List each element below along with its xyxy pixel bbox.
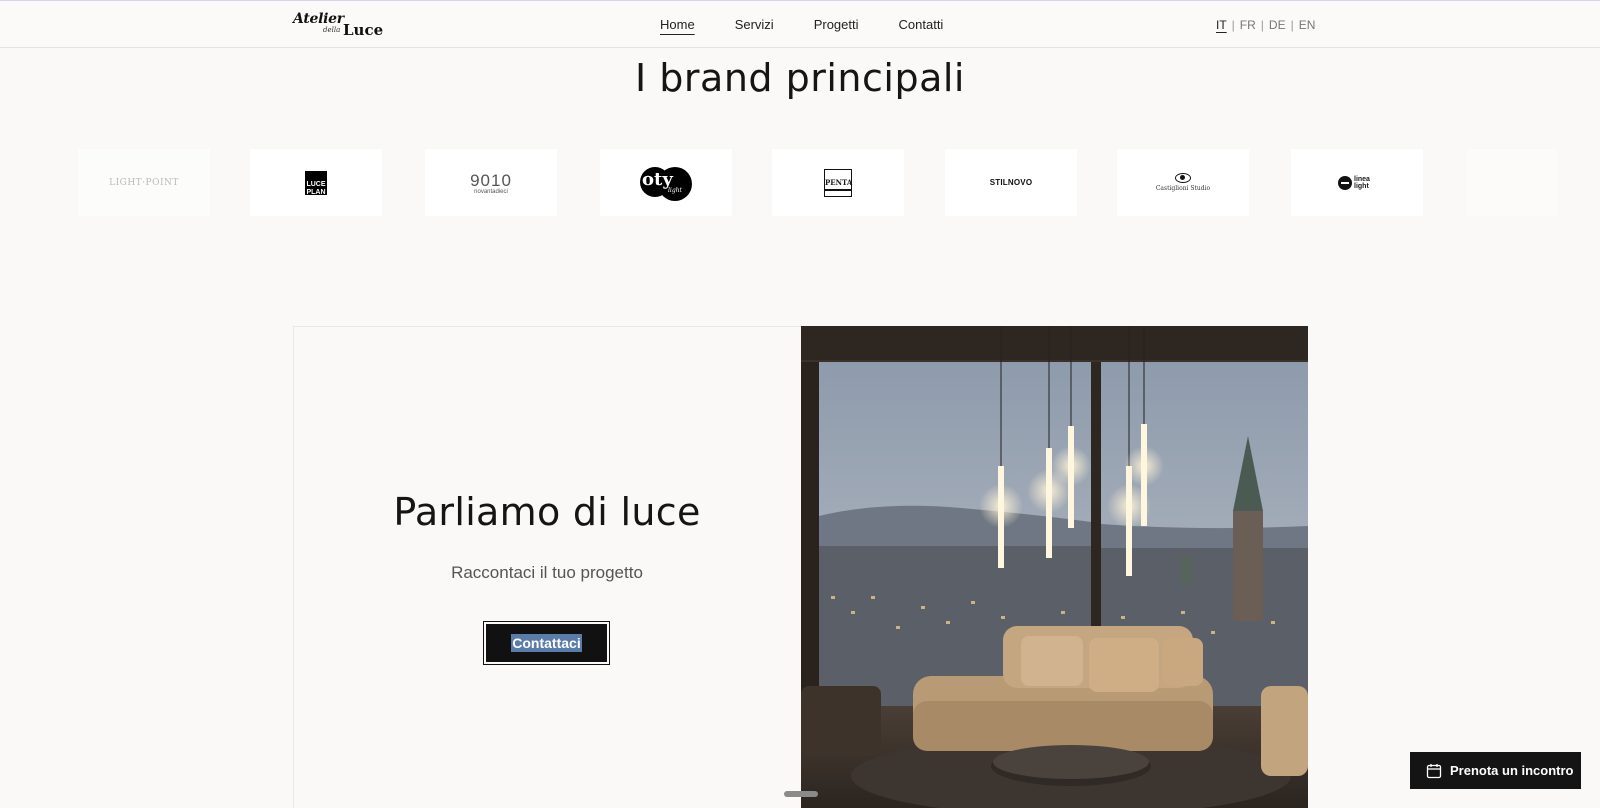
brand-logo-penta: PENTA (824, 168, 853, 197)
main-nav: Home Servizi Progetti Contatti (660, 17, 943, 32)
lang-separator: | (1290, 18, 1294, 32)
nav-item-contatti[interactable]: Contatti (899, 17, 944, 32)
linea-mark-icon (1338, 175, 1352, 190)
interior-photo (801, 326, 1308, 808)
contact-button-label: Contattaci (511, 634, 582, 652)
brand-card-linea[interactable]: linea light (1291, 149, 1423, 216)
book-meeting-label: Prenota un incontro (1450, 763, 1574, 778)
lang-fr[interactable]: FR (1240, 18, 1256, 32)
brand-logo-9010: 9010 novantadieci (470, 171, 512, 195)
brand-logo-castiglioni: Castiglioni Studio (1156, 173, 1210, 192)
brand-card-luceplan[interactable]: LUCE PLAN (250, 149, 382, 216)
site-header: Atelier della Luce Home Servizi Progetti… (0, 0, 1600, 48)
brand-logo-linea: linea light (1338, 175, 1376, 190)
contact-button-focus-ring: Contattaci (483, 621, 610, 665)
brand-card-castiglioni[interactable]: Castiglioni Studio (1117, 149, 1249, 216)
brand-9010-sub: novantadieci (474, 188, 508, 195)
nav-item-progetti[interactable]: Progetti (814, 17, 859, 32)
cta-title: Parliamo di luce (393, 490, 701, 534)
brand-card-lightpoint[interactable]: LIGHT·POINT (78, 149, 210, 216)
eye-icon (1174, 173, 1191, 183)
scroll-indicator[interactable] (784, 791, 818, 797)
lang-separator: | (1260, 18, 1264, 32)
site-logo[interactable]: Atelier della Luce (293, 11, 385, 39)
contact-button[interactable]: Contattaci (486, 624, 607, 662)
brands-title: I brand principali (635, 56, 965, 100)
nav-item-home[interactable]: Home (660, 17, 695, 32)
brand-card-9010[interactable]: 9010 novantadieci (425, 149, 557, 216)
interior-illustration (801, 326, 1308, 808)
language-switcher: IT | FR | DE | EN (1216, 18, 1315, 32)
brand-9010-number: 9010 (470, 170, 512, 190)
logo-text-atelier: Atelier (293, 11, 344, 27)
linea-text: linea light (1354, 175, 1370, 190)
book-meeting-button[interactable]: Prenota un incontro (1410, 752, 1581, 789)
nav-item-servizi[interactable]: Servizi (735, 17, 774, 32)
penta-text: PENTA (825, 177, 853, 187)
brand-logo-lightpoint: LIGHT·POINT (109, 177, 179, 188)
brand-card-stilnovo[interactable]: STILNOVO (945, 149, 1077, 216)
brand-card-faded[interactable] (1467, 149, 1557, 216)
logo-text-della: della (323, 26, 341, 34)
lang-de[interactable]: DE (1269, 18, 1286, 32)
brand-logo-luceplan: LUCE PLAN (305, 170, 327, 196)
calendar-icon (1426, 763, 1442, 778)
lang-en[interactable]: EN (1299, 18, 1316, 32)
brand-logo-stilnovo: STILNOVO (989, 178, 1033, 187)
cta-subtitle: Raccontaci il tuo progetto (451, 563, 643, 582)
lang-separator: | (1231, 18, 1235, 32)
lang-it[interactable]: IT (1216, 18, 1227, 32)
brand-card-oty[interactable]: oty light (600, 149, 732, 216)
brand-card-penta[interactable]: PENTA (772, 149, 904, 216)
castiglioni-text: Castiglioni Studio (1155, 185, 1211, 192)
logo-text-luce: Luce (343, 21, 384, 39)
brand-logo-oty: oty light (640, 165, 692, 201)
luceplan-mark: LUCE PLAN (305, 170, 327, 196)
oty-sub: light (668, 186, 682, 194)
